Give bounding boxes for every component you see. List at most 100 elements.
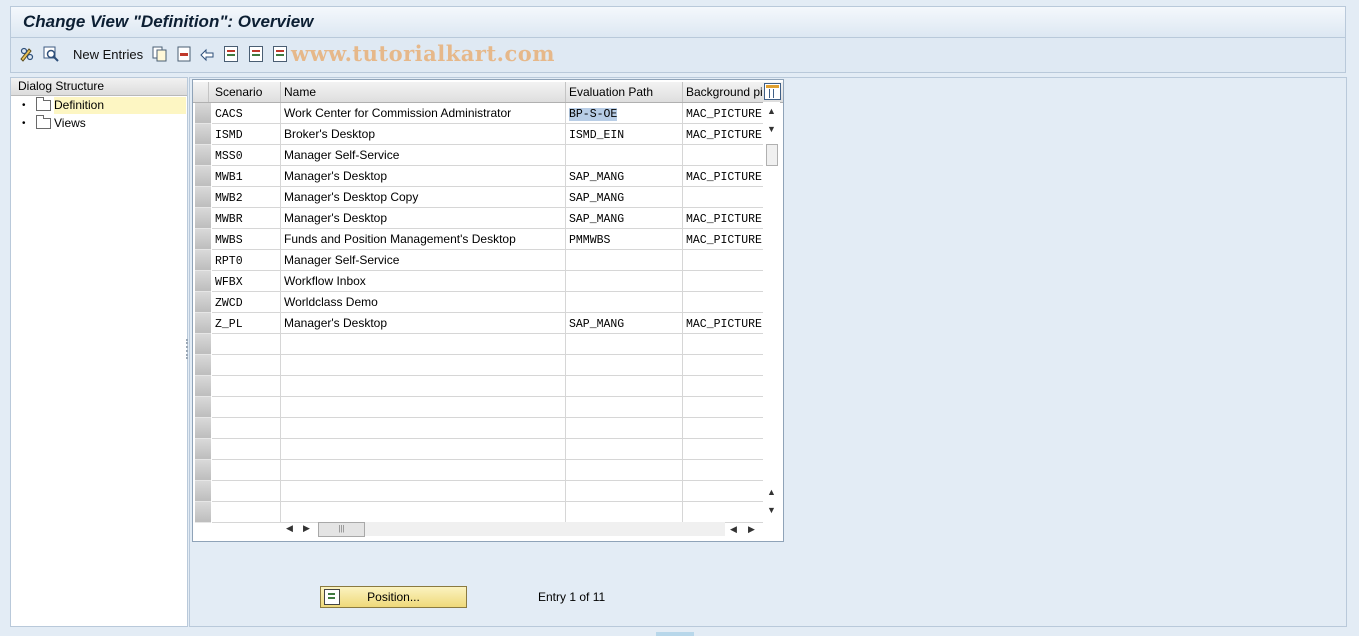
cell-name[interactable]: Manager's Desktop Copy [281, 187, 566, 208]
cell-name[interactable] [281, 481, 566, 502]
cell-name[interactable]: Manager Self-Service [281, 145, 566, 166]
cell-evaluation-path[interactable]: PMMWBS [566, 229, 683, 250]
table-row[interactable]: ISMD Broker's Desktop ISMD_EIN MAC_PICTURE [193, 124, 763, 145]
cell-evaluation-path[interactable] [566, 481, 683, 502]
table-row[interactable]: WFBX Workflow Inbox [193, 271, 763, 292]
cell-background[interactable] [683, 481, 763, 502]
cell-scenario[interactable]: ZWCD [212, 292, 281, 313]
cell-scenario[interactable]: MWBR [212, 208, 281, 229]
table-settings-icon[interactable] [764, 83, 781, 100]
cell-scenario[interactable]: MWB2 [212, 187, 281, 208]
cell-evaluation-path[interactable] [566, 439, 683, 460]
row-select-button[interactable] [195, 481, 211, 502]
row-select-button[interactable] [195, 397, 211, 418]
cell-name[interactable]: Worldclass Demo [281, 292, 566, 313]
row-select-button[interactable] [195, 103, 211, 124]
cell-name[interactable] [281, 460, 566, 481]
undo-icon[interactable] [200, 46, 216, 62]
cell-scenario[interactable]: CACS [212, 103, 281, 124]
column-header-evaluation-path[interactable]: Evaluation Path [566, 82, 683, 102]
cell-background[interactable] [683, 292, 763, 313]
scroll-up-icon[interactable]: ▲ [766, 106, 777, 118]
cell-name[interactable]: Manager's Desktop [281, 208, 566, 229]
cell-scenario[interactable] [212, 355, 281, 376]
table-row[interactable]: RPT0 Manager Self-Service [193, 250, 763, 271]
vertical-scrollbar[interactable]: ▲ ▼ ▲ ▼ [763, 102, 780, 518]
cell-evaluation-path[interactable]: SAP_MANG [566, 166, 683, 187]
tree-item-views[interactable]: • Views [11, 115, 187, 132]
table-row[interactable] [193, 334, 763, 355]
row-select-button[interactable] [195, 502, 211, 523]
cell-background[interactable] [683, 334, 763, 355]
cell-name[interactable]: Manager's Desktop [281, 166, 566, 187]
cell-background[interactable]: MAC_PICTURE [683, 103, 763, 124]
cell-evaluation-path[interactable] [566, 418, 683, 439]
cell-evaluation-path[interactable]: ISMD_EIN [566, 124, 683, 145]
cell-scenario[interactable]: ISMD [212, 124, 281, 145]
row-select-button[interactable] [195, 460, 211, 481]
row-select-button[interactable] [195, 187, 211, 208]
row-select-button[interactable] [195, 313, 211, 334]
cell-name[interactable]: Funds and Position Management's Desktop [281, 229, 566, 250]
cell-name[interactable] [281, 376, 566, 397]
cell-scenario[interactable] [212, 439, 281, 460]
scroll-right-icon[interactable]: ▶ [303, 523, 310, 534]
cell-scenario[interactable]: RPT0 [212, 250, 281, 271]
cell-scenario[interactable] [212, 502, 281, 523]
cell-scenario[interactable] [212, 418, 281, 439]
scrollbar-thumb[interactable] [766, 144, 778, 166]
cell-scenario[interactable] [212, 397, 281, 418]
horizontal-scrollbar[interactable]: ||| [318, 522, 725, 537]
table-row[interactable] [193, 397, 763, 418]
cell-evaluation-path[interactable] [566, 292, 683, 313]
cell-evaluation-path[interactable] [566, 397, 683, 418]
cell-evaluation-path[interactable] [566, 355, 683, 376]
cell-name[interactable]: Work Center for Commission Administrator [281, 103, 566, 124]
cell-background[interactable] [683, 502, 763, 523]
table-row[interactable] [193, 418, 763, 439]
table-row[interactable]: MWBS Funds and Position Management's Desk… [193, 229, 763, 250]
cell-background[interactable] [683, 145, 763, 166]
cell-name[interactable] [281, 439, 566, 460]
cell-evaluation-path[interactable]: BP-S-OE [566, 103, 683, 124]
cell-background[interactable] [683, 271, 763, 292]
row-select-button[interactable] [195, 292, 211, 313]
cell-background[interactable] [683, 250, 763, 271]
cell-evaluation-path[interactable] [566, 460, 683, 481]
cell-background[interactable] [683, 355, 763, 376]
find-icon[interactable] [43, 46, 59, 62]
cell-scenario[interactable] [212, 376, 281, 397]
deselect-all-icon[interactable] [273, 46, 287, 62]
select-block-icon[interactable] [249, 46, 263, 62]
cell-background[interactable] [683, 460, 763, 481]
table-row[interactable]: Z_PL Manager's Desktop SAP_MANG MAC_PICTURE [193, 313, 763, 334]
cell-scenario[interactable] [212, 460, 281, 481]
row-select-button[interactable] [195, 271, 211, 292]
row-select-button[interactable] [195, 145, 211, 166]
cell-name[interactable]: Manager's Desktop [281, 313, 566, 334]
tree-item-definition[interactable]: • Definition [11, 97, 187, 114]
cell-background[interactable] [683, 376, 763, 397]
column-header-background[interactable]: Background pi [683, 82, 763, 102]
table-row[interactable] [193, 502, 763, 523]
table-row[interactable]: MSS0 Manager Self-Service [193, 145, 763, 166]
position-button[interactable]: Position... [320, 586, 467, 608]
pencil-glasses-icon[interactable] [19, 46, 35, 62]
cell-scenario[interactable]: Z_PL [212, 313, 281, 334]
cell-evaluation-path[interactable] [566, 376, 683, 397]
scroll-left-icon[interactable]: ◀ [286, 523, 293, 534]
cell-name[interactable] [281, 397, 566, 418]
cell-evaluation-path[interactable]: SAP_MANG [566, 313, 683, 334]
cell-scenario[interactable]: MWBS [212, 229, 281, 250]
table-row[interactable]: MWB1 Manager's Desktop SAP_MANG MAC_PICTURE [193, 166, 763, 187]
page-down-icon[interactable]: ▲ [766, 487, 777, 499]
select-all-icon[interactable] [224, 46, 238, 62]
cell-scenario[interactable]: WFBX [212, 271, 281, 292]
table-row[interactable] [193, 460, 763, 481]
table-row[interactable]: MWB2 Manager's Desktop Copy SAP_MANG [193, 187, 763, 208]
row-select-button[interactable] [195, 250, 211, 271]
scrollbar-thumb[interactable]: ||| [318, 522, 365, 537]
scroll-left-icon[interactable]: ◀ [730, 524, 737, 535]
cell-evaluation-path[interactable] [566, 250, 683, 271]
table-row[interactable]: ZWCD Worldclass Demo [193, 292, 763, 313]
